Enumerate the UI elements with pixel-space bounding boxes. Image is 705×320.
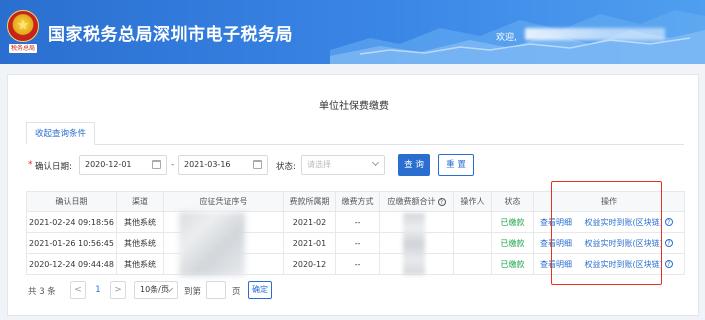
page-number[interactable]: 1 xyxy=(90,281,106,299)
date-from-value: 2020-12-01 xyxy=(85,160,132,169)
redacted-username xyxy=(525,28,665,40)
emblem-tag: 税务总局 xyxy=(9,44,37,53)
date-to-input[interactable]: 2021-03-16 xyxy=(178,155,268,175)
status-select[interactable]: 请选择 xyxy=(301,155,385,175)
rights-blockchain-link[interactable]: 权益实时到账(区块链) xyxy=(585,260,663,269)
question-circle-icon[interactable]: ? xyxy=(664,239,673,247)
tax-emblem-logo xyxy=(7,10,39,42)
next-page-button[interactable]: > xyxy=(110,281,126,299)
col-confirm-date: 确认日期 xyxy=(26,191,117,212)
cell-method: -- xyxy=(335,211,380,233)
cell-actions: 查看明细 权益实时到账(区块链)? xyxy=(533,232,685,254)
goto-confirm-button[interactable]: 确定 xyxy=(248,281,272,299)
col-status: 状态 xyxy=(491,191,534,212)
status-placeholder: 请选择 xyxy=(307,160,331,169)
welcome-label: 欢迎, xyxy=(496,33,517,43)
date-to-value: 2021-03-16 xyxy=(184,160,231,169)
col-cert-number: 应征凭证序号 xyxy=(163,191,284,212)
query-button[interactable]: 查 询 xyxy=(398,154,430,176)
cell-actions: 查看明细 权益实时到账(区块链)? xyxy=(533,211,685,233)
cell-period: 2021-01 xyxy=(283,232,336,254)
pagination: 共 3 条 < 1 > 10条/页 到第 页 确定 xyxy=(26,281,426,301)
page-title: 单位社保费缴费 xyxy=(319,101,389,112)
chevron-down-icon xyxy=(371,158,380,167)
cell-status: 已缴款 xyxy=(491,253,534,275)
col-actions: 操作 xyxy=(533,191,685,212)
view-details-link[interactable]: 查看明细 xyxy=(540,260,572,269)
goto-label: 到第 xyxy=(184,287,202,297)
date-from-input[interactable]: 2020-12-01 xyxy=(79,155,167,175)
search-form: * 确认日期: 2020-12-01 - 2021-03-16 状态: 请选择 … xyxy=(26,153,684,179)
tab-collapse-search[interactable]: 收起查询条件 xyxy=(26,122,96,145)
page-size-value: 10条/页 xyxy=(140,285,169,294)
status-label: 状态: xyxy=(276,162,296,172)
redacted-cert-numbers xyxy=(179,212,245,276)
page-size-select[interactable]: 10条/页 xyxy=(134,281,178,299)
reset-button[interactable]: 重 置 xyxy=(438,154,474,176)
cell-operator xyxy=(453,232,492,254)
cell-actions: 查看明细 权益实时到账(区块链)? xyxy=(533,253,685,275)
table-row: 2021-01-26 10:56:45 其他系统 100 2021-01 -- … xyxy=(26,232,685,254)
rights-blockchain-link[interactable]: 权益实时到账(区块链) xyxy=(585,218,663,227)
cell-period: 2020-12 xyxy=(283,253,336,275)
cell-date: 2021-01-26 10:56:45 xyxy=(26,232,117,254)
calendar-icon xyxy=(152,160,161,169)
prev-page-button[interactable]: < xyxy=(70,281,86,299)
table-row: 2021-02-24 09:18:56 其他系统 100 2021-02 -- … xyxy=(26,211,685,233)
redacted-amounts xyxy=(403,213,425,275)
total-count: 共 3 条 xyxy=(28,287,56,297)
cell-date: 2020-12-24 09:44:48 xyxy=(26,253,117,275)
question-circle-icon[interactable]: ? xyxy=(664,260,673,268)
col-pay-method: 缴费方式 xyxy=(335,191,380,212)
table-header-row: 确认日期 渠道 应征凭证序号 费款所属期 缴费方式 应缴费额合计? 操作人 状态… xyxy=(26,191,685,212)
cell-channel: 其他系统 xyxy=(116,232,164,254)
main-panel: 单位社保费缴费 收起查询条件 * 确认日期: 2020-12-01 - 2021… xyxy=(7,74,699,316)
view-details-link[interactable]: 查看明细 xyxy=(540,218,572,227)
col-period: 费款所属期 xyxy=(283,191,336,212)
cell-operator xyxy=(453,211,492,233)
required-marker: * xyxy=(28,160,33,170)
cell-status: 已缴款 xyxy=(491,211,534,233)
view-details-link[interactable]: 查看明细 xyxy=(540,239,572,248)
table-row: 2020-12-24 09:44:48 其他系统 100 2020-12 -- … xyxy=(26,253,685,275)
col-amount-total-label: 应缴费额合计 xyxy=(387,197,436,206)
site-title: 国家税务总局深圳市电子税务局 xyxy=(48,25,293,45)
date-range-separator: - xyxy=(171,160,175,170)
page-unit-label: 页 xyxy=(232,287,241,297)
question-circle-icon[interactable]: ? xyxy=(664,218,673,226)
top-banner: 税务总局 国家税务总局深圳市电子税务局 欢迎, xyxy=(0,0,705,64)
col-channel: 渠道 xyxy=(116,191,164,212)
col-operator: 操作人 xyxy=(453,191,492,212)
cell-date: 2021-02-24 09:18:56 xyxy=(26,211,117,233)
calendar-icon xyxy=(253,160,262,169)
date-label: 确认日期: xyxy=(35,162,72,172)
cell-status: 已缴款 xyxy=(491,232,534,254)
cell-channel: 其他系统 xyxy=(116,253,164,275)
question-circle-icon[interactable]: ? xyxy=(437,197,446,206)
rights-blockchain-link[interactable]: 权益实时到账(区块链) xyxy=(585,239,663,248)
cell-operator xyxy=(453,253,492,275)
payment-table: 确认日期 渠道 应征凭证序号 费款所属期 缴费方式 应缴费额合计? 操作人 状态… xyxy=(26,191,685,275)
cell-method: -- xyxy=(335,232,380,254)
cell-channel: 其他系统 xyxy=(116,211,164,233)
cell-period: 2021-02 xyxy=(283,211,336,233)
col-amount-total: 应缴费额合计? xyxy=(379,191,454,212)
cell-method: -- xyxy=(335,253,380,275)
goto-page-input[interactable] xyxy=(206,281,226,299)
tab-bar: 收起查询条件 xyxy=(26,121,684,145)
